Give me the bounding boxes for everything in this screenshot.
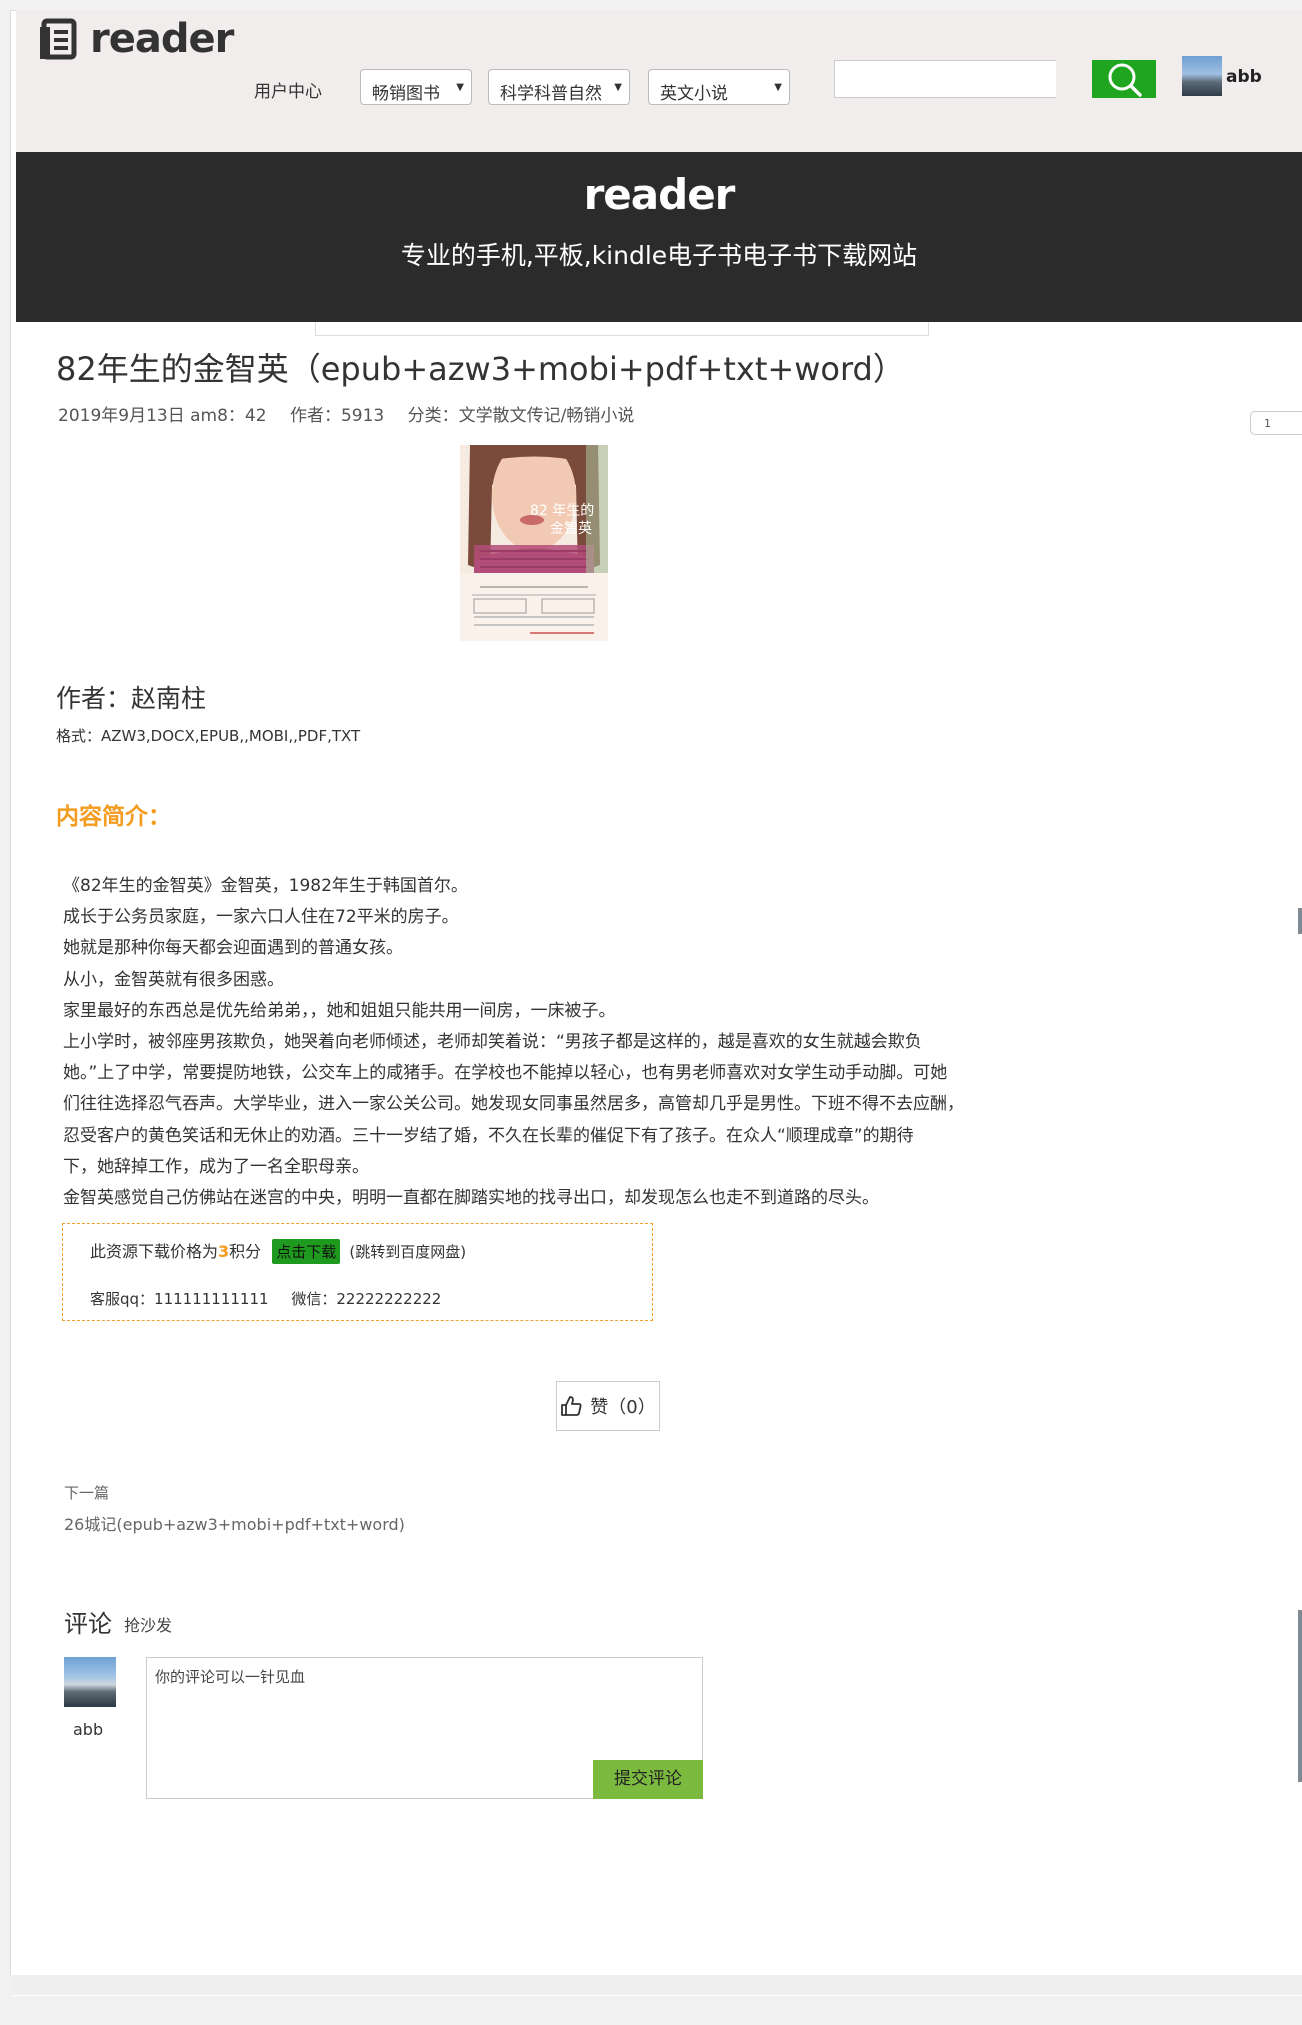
user-center-link[interactable]: 用户中心 — [254, 77, 322, 102]
dropdown-science-label: 科学科普自然 — [500, 84, 602, 104]
article-category[interactable]: 分类：文学散文传记/畅销小说 — [408, 406, 635, 426]
top-navigation-bar: reader 用户中心 畅销图书 ▼ 科学科普自然 ▼ 英文小说 ▼ abb — [16, 10, 1302, 152]
logo-text: reader — [90, 16, 234, 62]
hero-subtitle: 专业的手机,平板,kindle电子书电子书下载网站 — [400, 241, 918, 270]
dropdown-english-novels-label: 英文小说 — [660, 84, 728, 104]
dropdown-english-novels[interactable]: 英文小说 ▼ — [648, 69, 790, 105]
book-formats: 格式：AZW3,DOCX,EPUB,,MOBI,,PDF,TXT — [56, 727, 361, 745]
comment-placeholder: 你的评论可以一针见血 — [155, 1668, 306, 1686]
dropdown-bestsellers[interactable]: 畅销图书 ▼ — [360, 69, 472, 105]
intro-line: 金智英感觉自己仿佛站在迷宫的中央，明明一直都在脚踏实地的找寻出口，却发现怎么也走… — [63, 1188, 879, 1209]
chevron-down-icon: ▼ — [456, 82, 464, 93]
download-button[interactable]: 点击下载 — [272, 1239, 341, 1264]
site-logo[interactable]: reader — [38, 16, 234, 62]
like-button[interactable]: 赞（0） — [556, 1381, 660, 1431]
user-avatar[interactable] — [1182, 56, 1222, 96]
intro-line: 们往往选择忍气吞声。大学毕业，进入一家公关公司。她发现女同事虽然居多，高管却几乎… — [63, 1094, 964, 1115]
intro-line: 《82年生的金智英》金智英，1982年生于韩国首尔。 — [63, 876, 468, 896]
contact-qq: 客服qq：111111111111 — [90, 1290, 269, 1308]
hero-underline-box — [315, 322, 929, 336]
search-input[interactable] — [834, 60, 1056, 98]
like-label: 赞（0） — [590, 1397, 656, 1418]
search-icon — [1108, 63, 1142, 97]
hero-logo-text: reader — [583, 170, 736, 219]
intro-text: 《82年生的金智英》金智英，1982年生于韩国首尔。 成长于公务员家庭，一家六口… — [63, 871, 1023, 1214]
intro-line: 上小学时，被邻座男孩欺负，她哭着向老师倾述，老师却笑着说：“男孩子都是这样的，越… — [63, 1032, 922, 1053]
book-cover-art: 82 年生的 金智英 — [460, 445, 608, 641]
article-date: 2019年9月13日 am8：42 — [58, 406, 267, 426]
commenter-username: abb — [73, 1720, 104, 1739]
scrollbar-thumb[interactable] — [1298, 1610, 1302, 1782]
intro-line: 下，她辞掉工作，成为了一名全职母亲。 — [63, 1156, 369, 1177]
book-author: 作者：赵南柱 — [56, 684, 207, 713]
price-points: 3 — [218, 1242, 230, 1261]
intro-line: 她就是那种你每天都会迎面遇到的普通女孩。 — [63, 938, 403, 959]
article-title: 82年生的金智英（epub+azw3+mobi+pdf+txt+word） — [56, 350, 905, 388]
page-number-indicator[interactable]: 1 — [1250, 411, 1302, 435]
commenter-avatar — [64, 1657, 116, 1707]
contact-info: 客服qq：111111111111 微信：22222222222 — [90, 1288, 459, 1309]
comments-title: 评论 — [64, 1610, 112, 1638]
submit-comment-button[interactable]: 提交评论 — [593, 1760, 703, 1799]
next-post-label: 下一篇 — [64, 1484, 110, 1502]
intro-line: 她。”上了中学，常要提防地铁，公交车上的咸猪手。在学校也不能掉以轻心，也有男老师… — [63, 1063, 948, 1084]
intro-line: 忍受客户的黄色笑话和无休止的劝酒。三十一岁结了婚，不久在长辈的催促下有了孩子。在… — [63, 1125, 914, 1146]
cover-title-line1: 82 年生的 — [530, 503, 594, 519]
download-note: (跳转到百度网盘) — [349, 1243, 467, 1261]
intro-line: 家里最好的东西总是优先给弟弟，，她和姐姐只能共用一间房，一床被子。 — [63, 1000, 616, 1021]
hero-banner: reader 专业的手机,平板,kindle电子书电子书下载网站 — [16, 152, 1302, 322]
intro-heading: 内容简介： — [56, 804, 171, 830]
contact-wechat: 微信：22222222222 — [291, 1290, 442, 1308]
intro-line: 成长于公务员家庭，一家六口人住在72平米的房子。 — [63, 907, 459, 928]
book-logo-icon — [40, 18, 77, 60]
dropdown-science[interactable]: 科学科普自然 ▼ — [488, 69, 630, 105]
scrollbar-thumb[interactable] — [1298, 908, 1302, 934]
cover-title-line2: 金智英 — [550, 520, 592, 537]
dropdown-bestsellers-label: 畅销图书 — [372, 84, 440, 104]
price-prefix: 此资源下载价格为 — [90, 1242, 219, 1261]
chevron-down-icon: ▼ — [774, 82, 782, 93]
user-name[interactable]: abb — [1226, 67, 1262, 87]
article-meta: 2019年9月13日 am8：42 作者：5913 分类：文学散文传记/畅销小说 — [58, 401, 652, 426]
article-author-meta[interactable]: 作者：5913 — [290, 406, 384, 426]
book-cover-image: 82 年生的 金智英 — [460, 445, 608, 641]
download-price: 此资源下载价格为3积分 点击下载 (跳转到百度网盘) — [90, 1238, 466, 1264]
page-footer-strip — [10, 1975, 1302, 1995]
chevron-down-icon: ▼ — [614, 82, 622, 93]
comments-subtitle: 抢沙发 — [124, 1616, 173, 1635]
download-box: 此资源下载价格为3积分 点击下载 (跳转到百度网盘) 客服qq：11111111… — [62, 1223, 653, 1321]
search-button[interactable] — [1092, 60, 1156, 98]
next-post-link[interactable]: 26城记(epub+azw3+mobi+pdf+txt+word) — [64, 1511, 405, 1535]
intro-line: 从小，金智英就有很多困惑。 — [63, 969, 284, 990]
thumbs-up-icon — [561, 1396, 582, 1416]
price-suffix: 积分 — [229, 1242, 262, 1261]
